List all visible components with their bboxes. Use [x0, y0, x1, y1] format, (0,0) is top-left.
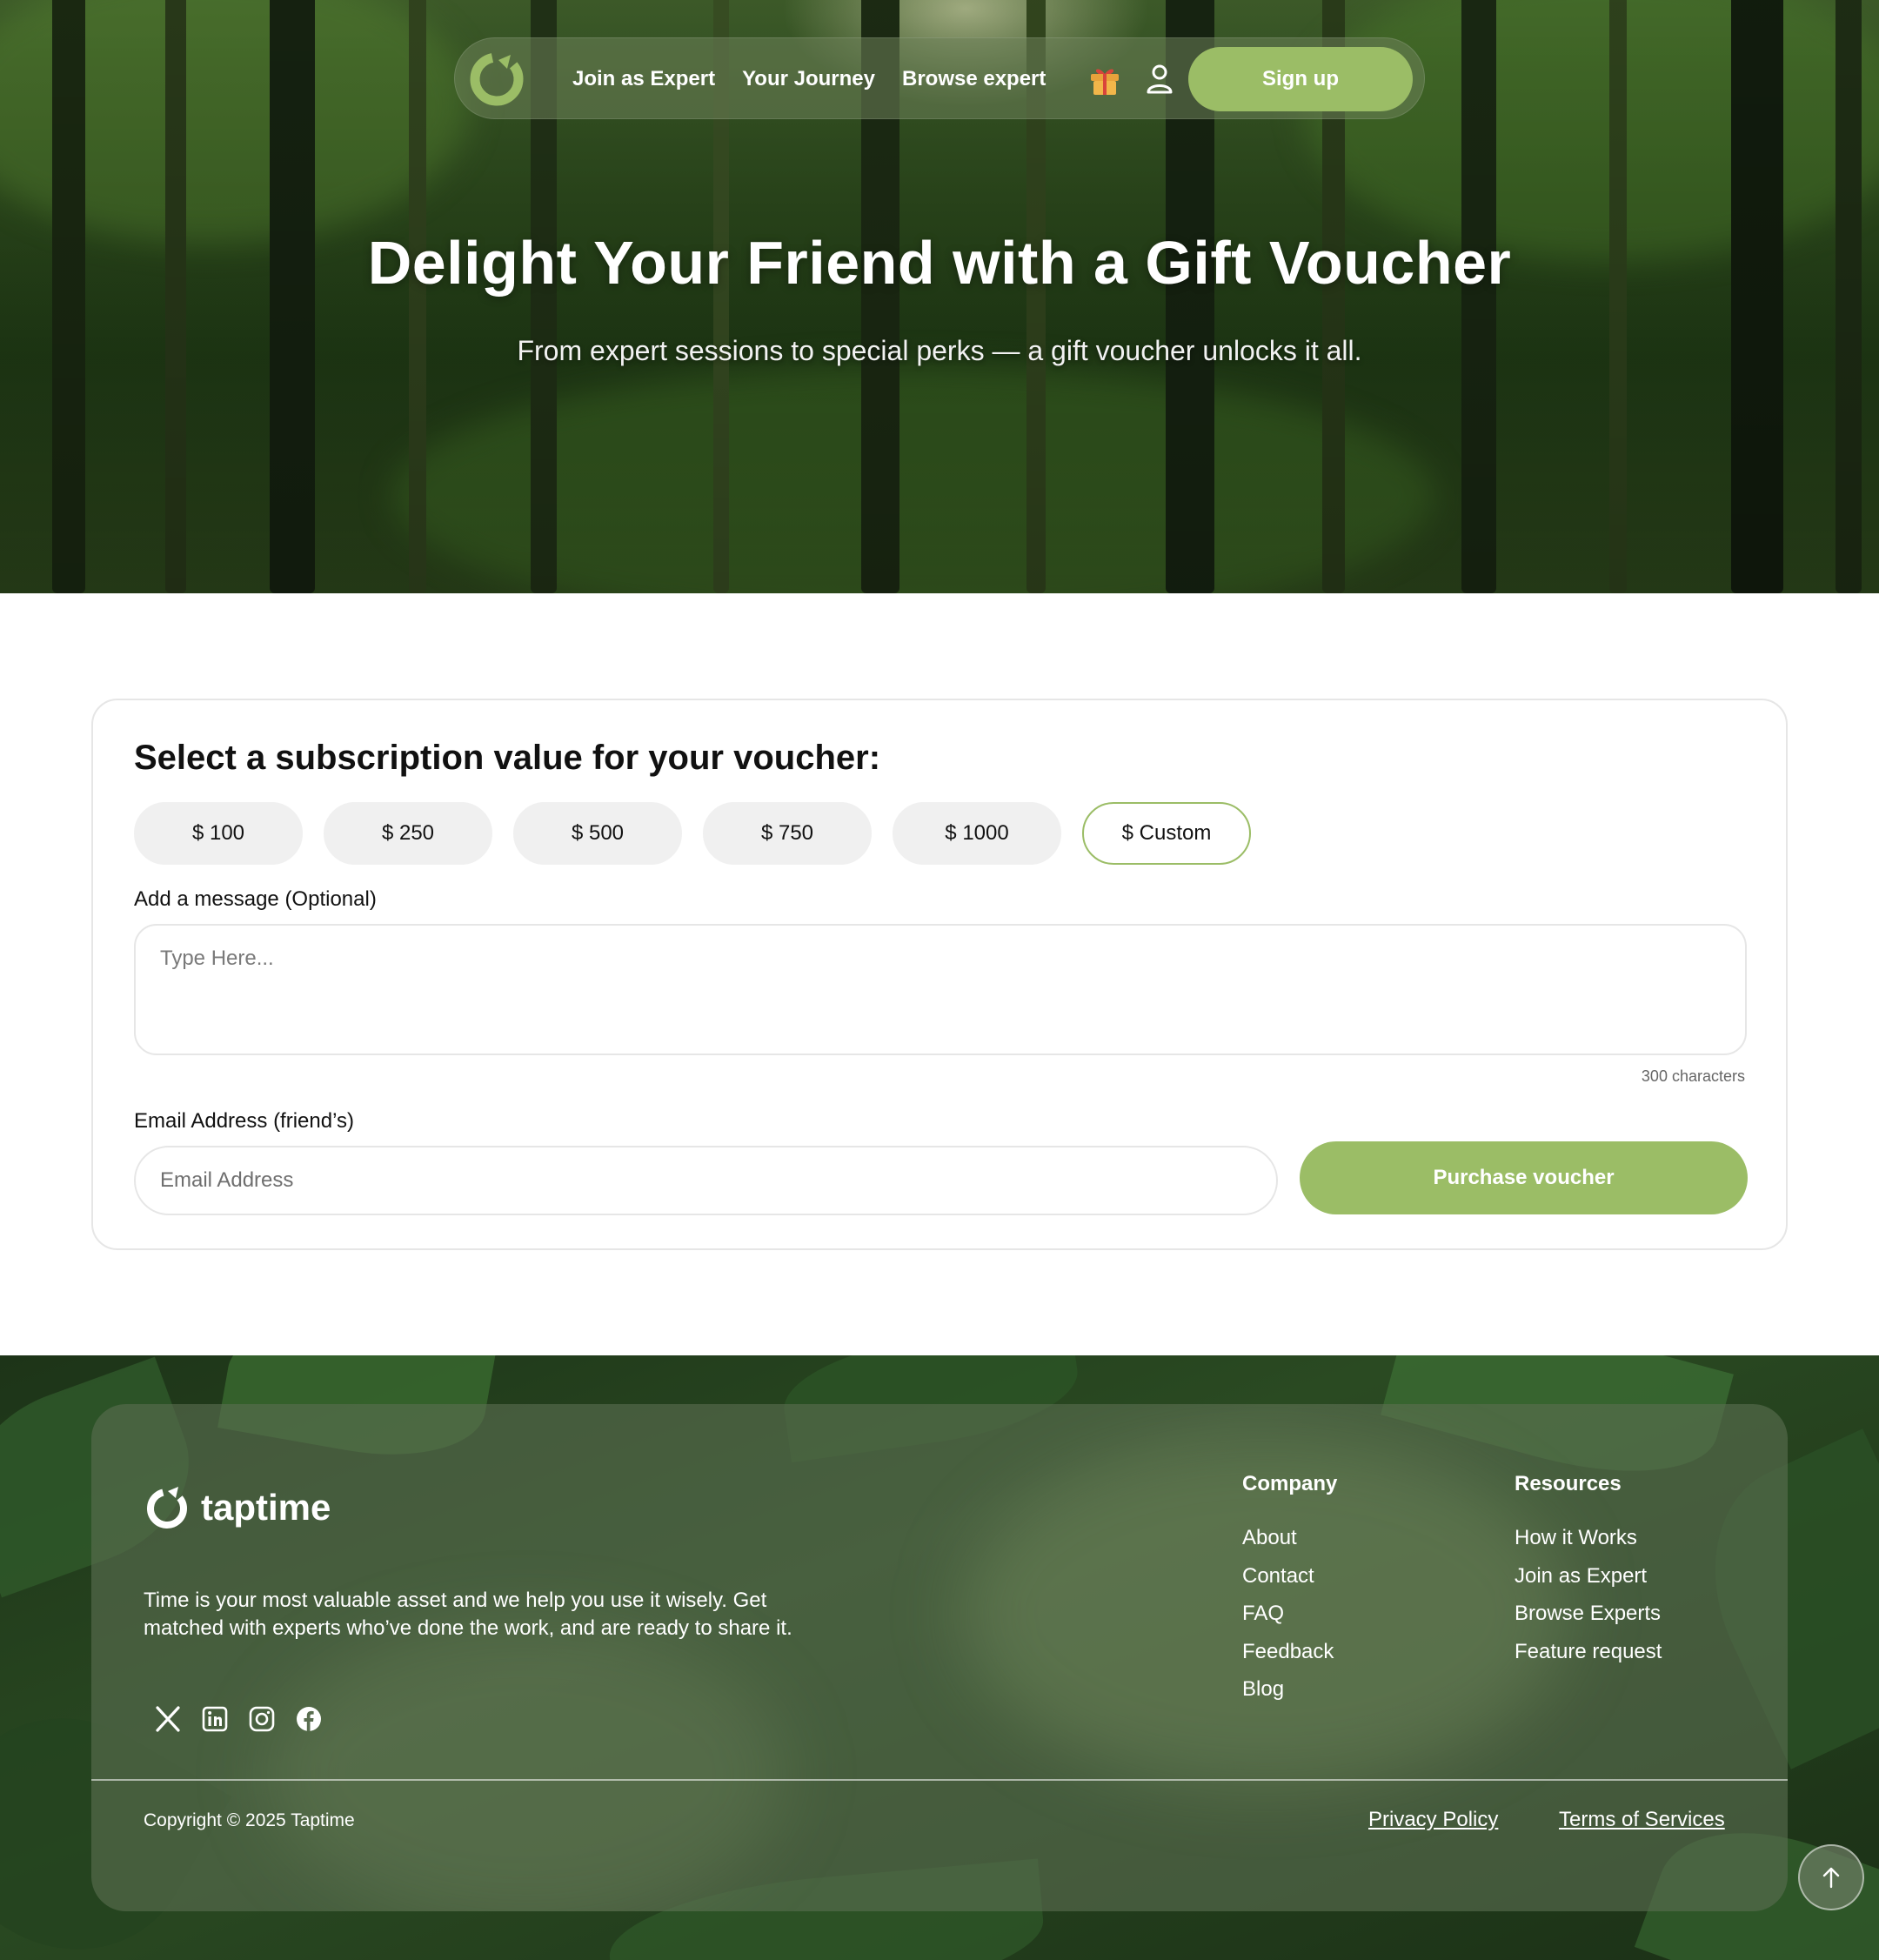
footer-link-feature-request[interactable]: Feature request	[1515, 1633, 1662, 1671]
footer-link-browse-experts[interactable]: Browse Experts	[1515, 1595, 1662, 1633]
privacy-policy-link[interactable]: Privacy Policy	[1368, 1808, 1498, 1832]
nav-link-join-as-expert[interactable]: Join as Expert	[572, 67, 715, 91]
taptime-logo-icon	[147, 1487, 187, 1529]
footer-link-join-as-expert[interactable]: Join as Expert	[1515, 1557, 1662, 1595]
scroll-to-top-button[interactable]	[1798, 1844, 1864, 1910]
amount-option-500[interactable]: $ 500	[513, 802, 682, 865]
footer-brand-name: taptime	[201, 1487, 331, 1528]
footer-divider	[91, 1779, 1788, 1781]
footer-link-how-it-works[interactable]: How it Works	[1515, 1519, 1662, 1557]
amount-option-1000[interactable]: $ 1000	[893, 802, 1061, 865]
instagram-icon[interactable]	[248, 1705, 276, 1733]
terms-of-service-link[interactable]: Terms of Services	[1559, 1808, 1725, 1832]
message-textarea[interactable]	[134, 924, 1747, 1055]
footer-link-about[interactable]: About	[1242, 1519, 1337, 1557]
footer-description: Time is your most valuable asset and we …	[144, 1589, 792, 1640]
facebook-icon[interactable]	[295, 1705, 323, 1733]
top-navigation: Join as Expert Your Journey Browse exper…	[454, 37, 1425, 119]
page-title: Delight Your Friend with a Gift Voucher	[367, 229, 1512, 297]
nav-link-your-journey[interactable]: Your Journey	[742, 67, 875, 91]
social-links	[154, 1705, 323, 1733]
user-icon[interactable]	[1144, 63, 1175, 96]
amount-options: $ 100 $ 250 $ 500 $ 750 $ 1000 $ Custom	[134, 802, 1251, 865]
amount-option-250[interactable]: $ 250	[324, 802, 492, 865]
gift-icon[interactable]	[1087, 62, 1122, 97]
footer-link-faq[interactable]: FAQ	[1242, 1595, 1337, 1633]
footer-link-contact[interactable]: Contact	[1242, 1557, 1337, 1595]
x-icon[interactable]	[154, 1705, 182, 1733]
footer-logo[interactable]: taptime	[144, 1484, 331, 1531]
email-input[interactable]	[134, 1146, 1278, 1215]
taptime-logo-icon[interactable]	[469, 51, 525, 107]
voucher-heading: Select a subscription value for your vou…	[134, 739, 881, 777]
hero-subtitle: From expert sessions to special perks — …	[517, 335, 1362, 366]
character-count: 300 characters	[1641, 1067, 1745, 1085]
amount-option-custom[interactable]: $ Custom	[1082, 802, 1251, 865]
company-heading: Company	[1242, 1472, 1338, 1495]
email-label: Email Address (friend’s)	[134, 1109, 354, 1133]
footer: taptime Time is your most valuable asset…	[91, 1404, 1788, 1911]
footer-company-column: Company About Contact FAQ Feedback Blog	[1242, 1472, 1337, 1709]
sign-up-button[interactable]: Sign up	[1188, 47, 1413, 111]
amount-option-750[interactable]: $ 750	[703, 802, 872, 865]
footer-link-feedback[interactable]: Feedback	[1242, 1633, 1337, 1671]
copyright-text: Copyright © 2025 Taptime	[144, 1810, 355, 1830]
voucher-form-card: Select a subscription value for your vou…	[91, 699, 1788, 1250]
arrow-up-icon	[1822, 1867, 1840, 1889]
linkedin-icon[interactable]	[201, 1705, 229, 1733]
message-label: Add a message (Optional)	[134, 887, 377, 911]
nav-link-browse-expert[interactable]: Browse expert	[902, 67, 1046, 91]
footer-resources-column: Resources How it Works Join as Expert Br…	[1515, 1472, 1662, 1670]
resources-heading: Resources	[1515, 1472, 1622, 1495]
hero-section: Join as Expert Your Journey Browse exper…	[0, 0, 1879, 593]
purchase-voucher-button[interactable]: Purchase voucher	[1300, 1141, 1748, 1214]
amount-option-100[interactable]: $ 100	[134, 802, 303, 865]
footer-link-blog[interactable]: Blog	[1242, 1670, 1337, 1709]
